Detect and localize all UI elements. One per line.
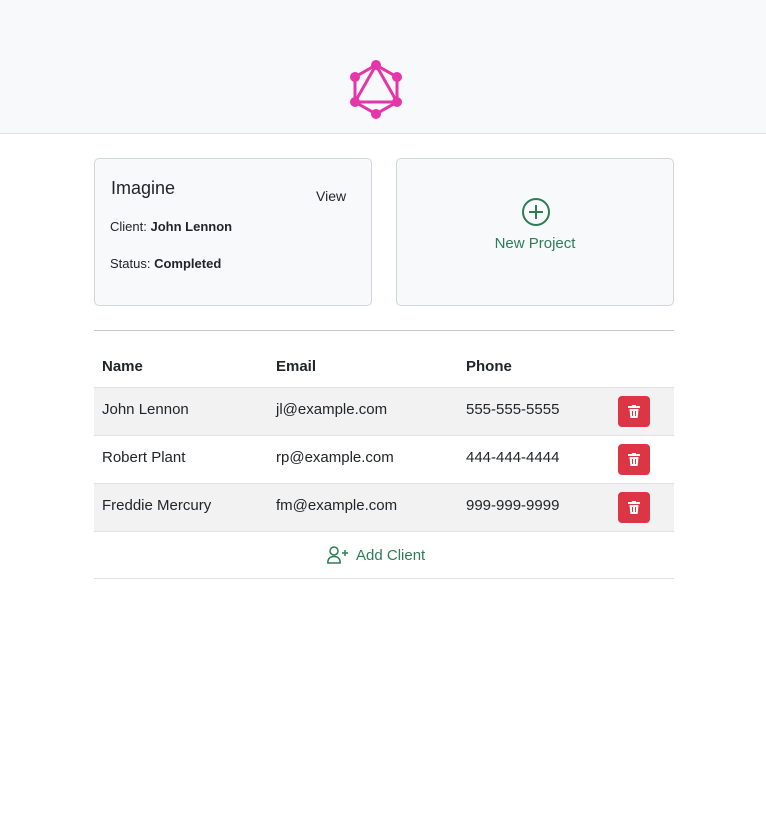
project-status-line: Status: Completed bbox=[110, 256, 221, 271]
table-row: Freddie Mercury fm@example.com 999-999-9… bbox=[94, 484, 674, 532]
trash-icon bbox=[628, 501, 640, 514]
header-email: Email bbox=[276, 358, 317, 375]
table-row: Robert Plant rp@example.com 444-444-4444 bbox=[94, 436, 674, 484]
delete-client-button[interactable] bbox=[618, 396, 650, 427]
plus-circle-icon bbox=[522, 198, 550, 226]
table-row: John Lennon jl@example.com 555-555-5555 bbox=[94, 388, 674, 436]
client-email: rp@example.com bbox=[276, 449, 394, 466]
client-email: jl@example.com bbox=[276, 401, 388, 418]
client-phone: 999-999-9999 bbox=[466, 497, 560, 514]
delete-client-button[interactable] bbox=[618, 492, 650, 523]
client-phone: 444-444-4444 bbox=[466, 449, 560, 466]
project-name: Imagine bbox=[111, 178, 176, 198]
new-project-label: New Project bbox=[494, 235, 576, 252]
client-name: Freddie Mercury bbox=[102, 497, 212, 514]
client-name: John Lennon bbox=[102, 401, 189, 418]
header-name: Name bbox=[102, 358, 143, 375]
status-label: Status: bbox=[110, 256, 151, 271]
client-name: Robert Plant bbox=[102, 449, 186, 466]
trash-icon bbox=[628, 453, 640, 466]
graphql-logo-icon[interactable] bbox=[348, 59, 404, 121]
new-project-button[interactable]: New Project bbox=[396, 158, 674, 306]
table-header: Name Email Phone bbox=[94, 348, 674, 388]
client-phone: 555-555-5555 bbox=[466, 401, 560, 418]
trash-icon bbox=[628, 405, 640, 418]
user-plus-icon bbox=[327, 546, 348, 564]
client-email: fm@example.com bbox=[276, 497, 398, 514]
client-value: John Lennon bbox=[150, 219, 233, 234]
section-divider bbox=[94, 330, 674, 331]
delete-client-button[interactable] bbox=[618, 444, 650, 475]
add-client-label: Add Client bbox=[356, 547, 426, 564]
status-value: Completed bbox=[154, 256, 222, 271]
clients-table: Name Email Phone John Lennon jl@example.… bbox=[94, 348, 674, 579]
add-client-button[interactable]: Add Client bbox=[94, 532, 674, 579]
project-client-line: Client: John Lennon bbox=[110, 219, 232, 234]
client-label: Client: bbox=[110, 219, 147, 234]
view-project-button[interactable]: View bbox=[316, 188, 346, 204]
navbar bbox=[0, 0, 766, 134]
header-phone: Phone bbox=[466, 358, 512, 375]
